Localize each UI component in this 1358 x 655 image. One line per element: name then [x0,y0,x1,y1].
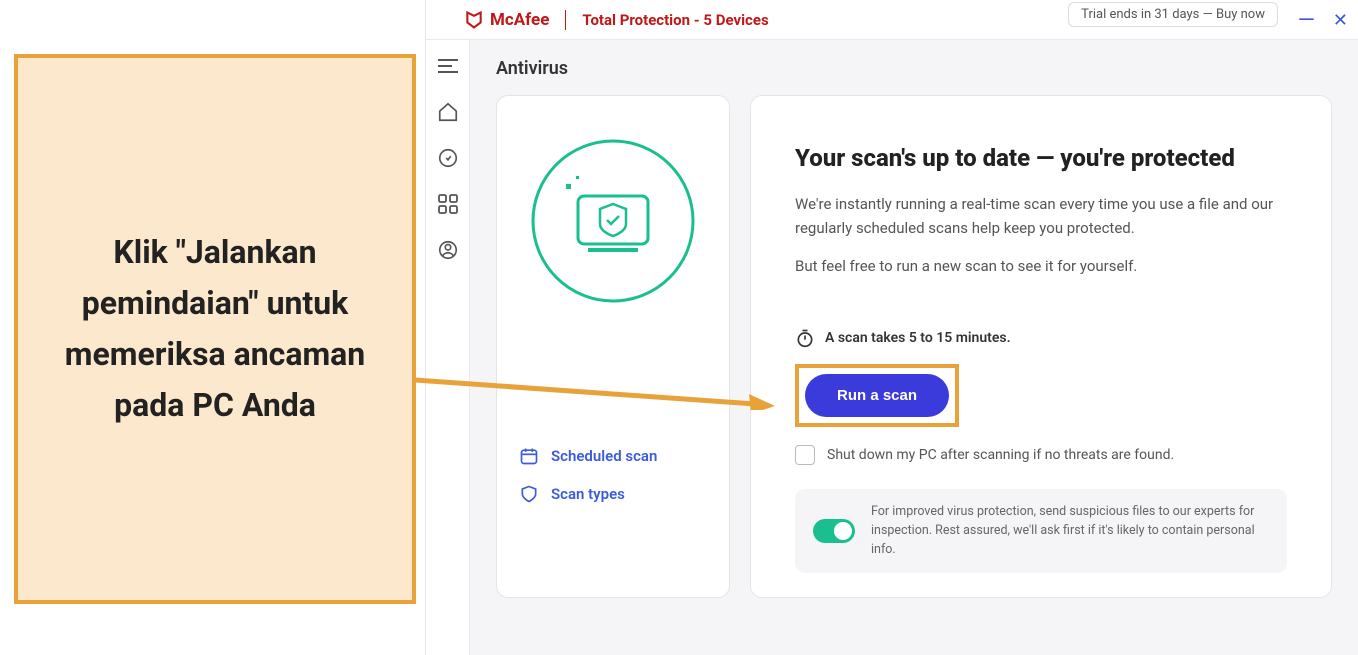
brand-separator [565,10,566,30]
footer-note-text: For improved virus protection, send susp… [871,503,1269,559]
page-title: Antivirus [496,58,1332,79]
scan-illustration-card: Scheduled scan Scan types [496,95,730,598]
side-links: Scheduled scan Scan types [519,446,707,504]
home-icon[interactable] [436,100,460,124]
scan-types-link[interactable]: Scan types [519,484,707,504]
status-body-1: We're instantly running a real-time scan… [795,192,1287,240]
brand: McAfee Total Protection - 5 Devices [464,10,769,30]
status-headline: Your scan's up to date — you're protecte… [795,144,1287,172]
scan-duration-row: A scan takes 5 to 15 minutes. [795,328,1287,348]
brand-name: McAfee [490,10,549,30]
footer-note: For improved virus protection, send susp… [795,489,1287,573]
annotation-callout: Klik "Jalankan pemindaian" untuk memerik… [14,54,416,604]
sidebar [426,40,470,655]
shield-icon [519,484,539,504]
shutdown-checkbox[interactable] [795,445,815,465]
scheduled-scan-label: Scheduled scan [551,447,657,465]
run-scan-highlight: Run a scan [795,364,959,427]
scheduled-scan-link[interactable]: Scheduled scan [519,446,707,466]
scan-types-label: Scan types [551,485,625,503]
shutdown-option: Shut down my PC after scanning if no thr… [795,445,1287,465]
cards-row: Scheduled scan Scan types Your scan's up… [496,95,1332,598]
status-body-2: But feel free to run a new scan to see i… [795,254,1287,278]
send-files-toggle[interactable] [813,519,855,543]
scan-illustration-icon [528,136,698,306]
annotation-text: Klik "Jalankan pemindaian" untuk memerik… [48,227,382,432]
minimize-button[interactable]: — [1298,8,1315,33]
titlebar: McAfee Total Protection - 5 Devices Tria… [426,0,1358,40]
scan-duration-text: A scan takes 5 to 15 minutes. [825,330,1011,346]
stopwatch-icon [795,328,815,348]
product-name: Total Protection - 5 Devices [582,11,768,29]
account-icon[interactable] [436,238,460,262]
calendar-icon [519,446,539,466]
apps-icon[interactable] [436,192,460,216]
menu-icon[interactable] [436,54,460,78]
app-window: McAfee Total Protection - 5 Devices Tria… [425,0,1358,655]
score-icon[interactable] [436,146,460,170]
mcafee-logo-icon [464,10,484,30]
content-area: Antivirus Scheduled scan [470,40,1358,655]
scan-status-card: Your scan's up to date — you're protecte… [750,95,1332,598]
window-controls: — ✕ [1298,0,1348,40]
trial-badge[interactable]: Trial ends in 31 days — Buy now [1068,2,1278,27]
close-button[interactable]: ✕ [1333,10,1348,31]
run-scan-button[interactable]: Run a scan [805,374,949,417]
shutdown-label: Shut down my PC after scanning if no thr… [827,447,1174,463]
